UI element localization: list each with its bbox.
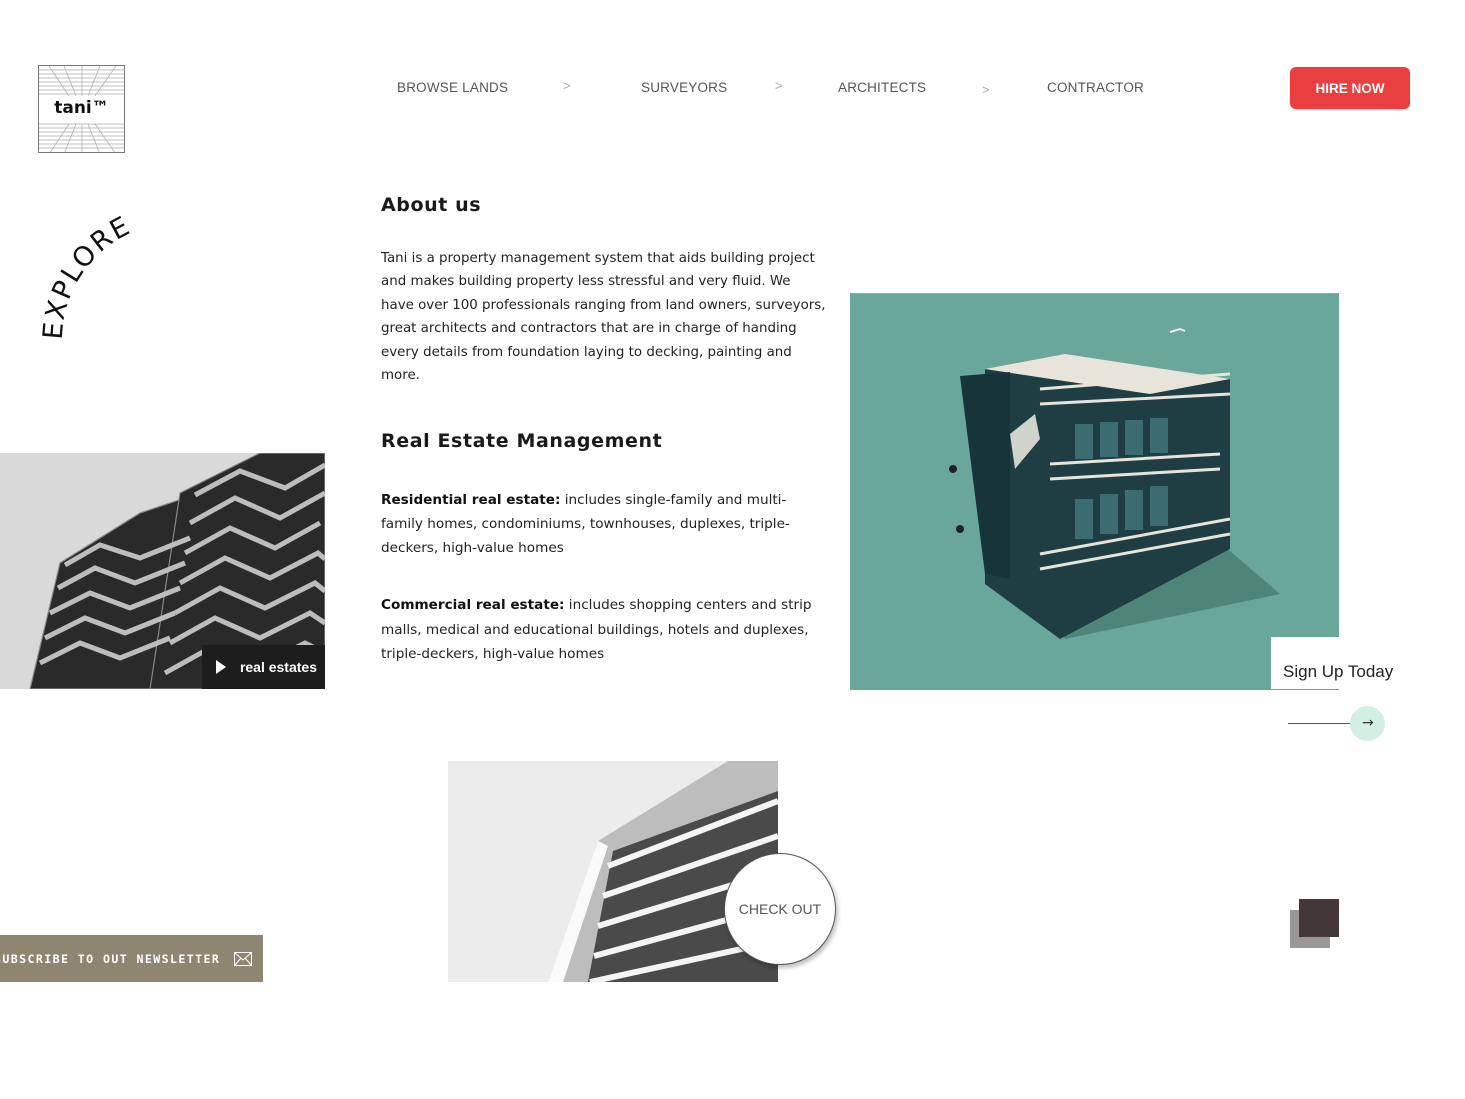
about-heading: About us bbox=[381, 194, 482, 216]
nav-browse-lands[interactable]: BROWSE LANDS bbox=[397, 80, 508, 95]
nav-separator: > bbox=[775, 78, 783, 93]
newsletter-button[interactable]: SUBSCRIBE TO OUT NEWSLETTER bbox=[0, 935, 263, 982]
nav-contractor[interactable]: CONTRACTOR bbox=[1047, 80, 1144, 95]
real-estates-text: real estates bbox=[239, 659, 317, 675]
real-estates-label[interactable]: real estates bbox=[202, 645, 325, 689]
decor-square-front bbox=[1299, 899, 1339, 937]
commercial-label: Commercial real estate: bbox=[381, 597, 565, 613]
hire-now-button[interactable]: HIRE NOW bbox=[1290, 67, 1410, 109]
signup-label[interactable]: Sign Up Today bbox=[1283, 662, 1393, 682]
tower-photo bbox=[448, 761, 778, 982]
nav-architects[interactable]: ARCHITECTS bbox=[838, 80, 926, 95]
explore-curved-text[interactable]: EXPLORE bbox=[30, 190, 200, 360]
arrow-right-icon: → bbox=[1362, 715, 1374, 731]
building-illustration bbox=[850, 293, 1339, 690]
nav-separator: > bbox=[563, 78, 571, 93]
explore-text: EXPLORE bbox=[38, 210, 135, 340]
residential-label: Residential real estate: bbox=[381, 492, 561, 508]
play-icon bbox=[215, 660, 226, 674]
about-body: Tani is a property management system tha… bbox=[381, 251, 826, 384]
check-out-button[interactable]: CHECK OUT bbox=[724, 853, 836, 965]
mail-icon bbox=[234, 951, 253, 966]
residential-paragraph: Residential real estate: includes single… bbox=[381, 488, 801, 560]
logo-text: tani™ bbox=[53, 98, 110, 118]
real-estates-image[interactable]: real estates bbox=[0, 453, 325, 689]
svg-text:EXPLORE: EXPLORE bbox=[38, 210, 137, 340]
nav-separator: > bbox=[982, 82, 990, 97]
building-photo-bottom bbox=[448, 761, 778, 982]
isometric-building-icon bbox=[949, 327, 1280, 639]
management-heading: Real Estate Management bbox=[381, 430, 663, 452]
nav-surveyors[interactable]: SURVEYORS bbox=[641, 80, 727, 95]
newsletter-label: SUBSCRIBE TO OUT NEWSLETTER bbox=[0, 951, 221, 966]
commercial-paragraph: Commercial real estate: includes shoppin… bbox=[381, 593, 821, 667]
logo[interactable]: tani™ bbox=[38, 65, 125, 153]
